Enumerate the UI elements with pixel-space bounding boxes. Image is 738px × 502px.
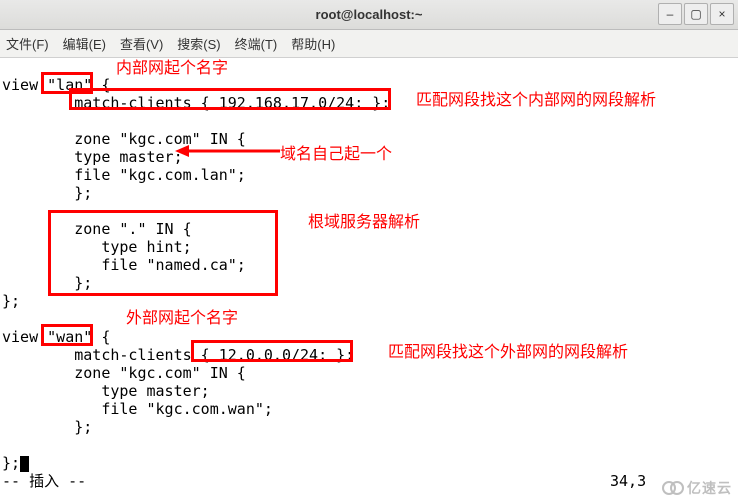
- close-button[interactable]: ×: [710, 3, 734, 25]
- cursor-icon: [20, 456, 29, 472]
- terminal-text: view "lan" { match-clients { 192.168.17.…: [2, 76, 646, 490]
- window-controls: – ▢ ×: [658, 3, 734, 25]
- menu-help[interactable]: 帮助(H): [291, 34, 335, 53]
- annot-root-resolve: 根域服务器解析: [308, 208, 420, 232]
- menu-search[interactable]: 搜索(S): [177, 34, 220, 53]
- window-title: root@localhost:~: [0, 7, 738, 22]
- annot-wan-match: 匹配网段找这个外部网的网段解析: [388, 338, 628, 362]
- terminal-area[interactable]: view "lan" { match-clients { 192.168.17.…: [0, 58, 738, 502]
- annot-lan-name: 内部网起个名字: [116, 54, 228, 78]
- menubar: 文件(F) 编辑(E) 查看(V) 搜索(S) 终端(T) 帮助(H): [0, 30, 738, 58]
- arrow-icon: [175, 144, 280, 158]
- annot-domain-name: 域名自己起一个: [280, 140, 392, 164]
- watermark-logo-icon: [662, 481, 684, 498]
- titlebar: root@localhost:~ – ▢ ×: [0, 0, 738, 30]
- watermark-text: 亿速云: [687, 480, 732, 496]
- menu-edit[interactable]: 编辑(E): [63, 34, 106, 53]
- maximize-button[interactable]: ▢: [684, 3, 708, 25]
- menu-view[interactable]: 查看(V): [120, 34, 163, 53]
- menu-file[interactable]: 文件(F): [6, 34, 49, 53]
- annot-lan-match: 匹配网段找这个内部网的网段解析: [416, 86, 716, 110]
- annot-wan-name: 外部网起个名字: [126, 304, 238, 328]
- minimize-button[interactable]: –: [658, 3, 682, 25]
- watermark: 亿速云: [662, 478, 732, 498]
- menu-terminal[interactable]: 终端(T): [235, 34, 278, 53]
